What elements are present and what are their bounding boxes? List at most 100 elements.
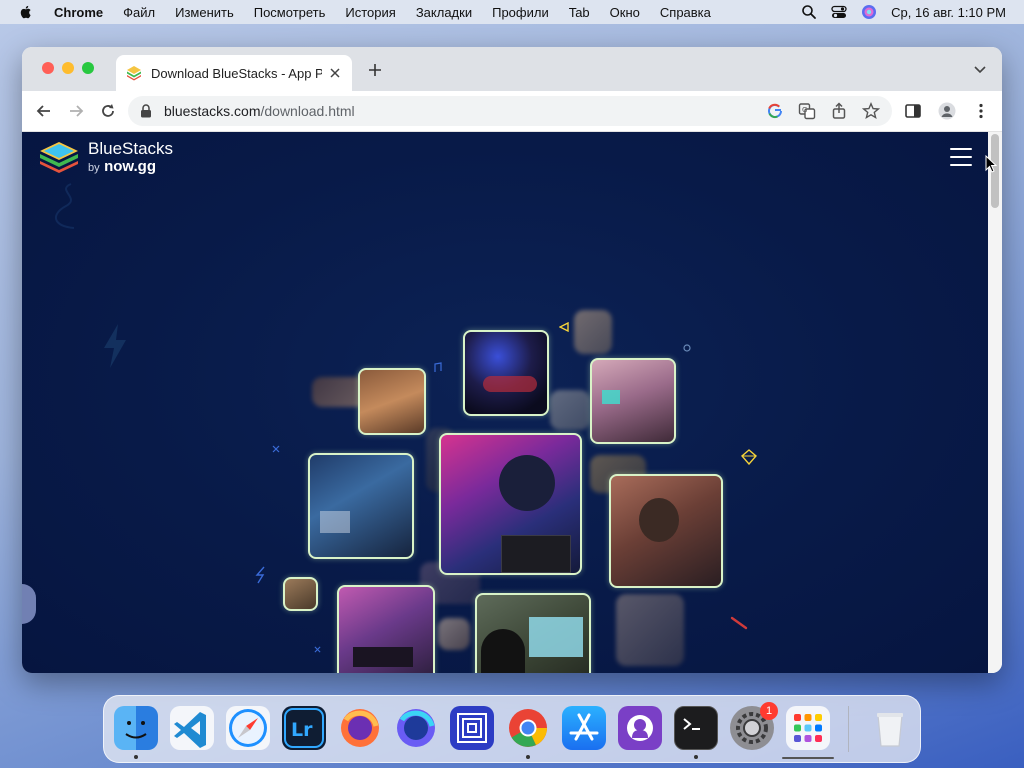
tab-search-chevron-icon[interactable] xyxy=(974,66,986,74)
gamer-photo-bottom-center xyxy=(475,593,591,673)
bluestacks-logo-icon xyxy=(40,142,78,173)
profile-avatar-icon[interactable] xyxy=(938,102,956,120)
chrome-icon[interactable] xyxy=(506,706,550,750)
gamer-photo-right-glasses xyxy=(609,474,723,588)
logo-by: by xyxy=(88,162,100,174)
terminal-running-indicator xyxy=(694,755,698,759)
blurred-photo xyxy=(550,390,590,430)
mouse-cursor-icon xyxy=(985,155,997,173)
spotlight-search-icon[interactable] xyxy=(801,4,817,20)
page-scrollbar[interactable] xyxy=(988,132,1002,673)
apple-menu-icon[interactable] xyxy=(18,4,34,20)
gamer-photo-top-right xyxy=(590,358,676,444)
gamer-photo-top-center xyxy=(463,330,549,416)
back-arrow-icon[interactable] xyxy=(36,103,52,119)
google-lens-icon[interactable] xyxy=(766,102,784,120)
blurred-photo xyxy=(438,618,470,650)
blurred-photo xyxy=(574,310,612,354)
finder-running-indicator xyxy=(134,755,138,759)
svg-text:G: G xyxy=(802,106,807,114)
lightning-decoration-icon xyxy=(104,324,126,368)
gamer-photo-bottom-left xyxy=(337,585,435,673)
lock-icon[interactable] xyxy=(140,104,152,118)
tab-bluestacks[interactable]: Download BlueStacks - App Player xyxy=(116,55,352,91)
url-text[interactable]: bluestacks.com/download.html xyxy=(164,103,355,119)
menu-app-name[interactable]: Chrome xyxy=(54,5,103,20)
hamburger-menu-icon[interactable] xyxy=(950,148,972,166)
menu-window[interactable]: Окно xyxy=(610,5,640,20)
address-bar[interactable]: bluestacks.com/download.html G xyxy=(128,96,892,126)
pencil-decoration-icon xyxy=(730,616,748,630)
swirl-decoration-icon xyxy=(55,183,75,229)
bluestacks-logo[interactable]: BlueStacks by now.gg xyxy=(38,140,173,176)
logo-now-gg: now.gg xyxy=(104,158,157,175)
blurred-photo xyxy=(616,594,684,666)
svg-text:Lr: Lr xyxy=(291,719,313,741)
window-maximize-button[interactable] xyxy=(82,62,94,74)
vscode-icon[interactable] xyxy=(170,706,214,750)
safari-icon[interactable] xyxy=(226,706,270,750)
github-desktop-icon[interactable] xyxy=(618,706,662,750)
launchpad-icon[interactable] xyxy=(786,706,830,750)
menu-history[interactable]: История xyxy=(345,5,395,20)
menu-edit[interactable]: Изменить xyxy=(175,5,234,20)
dock-separator xyxy=(848,706,849,752)
siri-icon[interactable] xyxy=(861,4,877,20)
bookmark-star-icon[interactable] xyxy=(862,102,880,120)
tab-close-icon[interactable] xyxy=(328,66,342,80)
menu-file[interactable]: Файл xyxy=(123,5,155,20)
gamer-photo-center-large xyxy=(439,433,582,575)
sparkle-decoration-icon xyxy=(272,445,280,453)
bluestacks-favicon-icon xyxy=(127,66,141,81)
window-close-button[interactable] xyxy=(42,62,54,74)
menu-profiles[interactable]: Профили xyxy=(492,5,549,20)
gamer-photo-left-vr xyxy=(308,453,414,559)
gamer-photo-top-left xyxy=(358,368,426,435)
side-panel-icon[interactable] xyxy=(904,102,922,120)
bluestacks-page: BlueStacks by now.gg xyxy=(22,132,988,673)
trash-icon[interactable] xyxy=(868,706,912,750)
tab-title: Download BlueStacks - App Player xyxy=(151,65,322,81)
forward-arrow-icon[interactable] xyxy=(68,103,84,119)
gear-decoration-icon xyxy=(683,344,691,352)
share-icon[interactable] xyxy=(830,102,848,120)
menu-tab[interactable]: Tab xyxy=(569,5,590,20)
system-settings-badge: 1 xyxy=(760,702,778,720)
menu-help[interactable]: Справка xyxy=(660,5,711,20)
url-domain: bluestacks.com xyxy=(164,103,261,119)
control-center-icon[interactable] xyxy=(831,4,847,20)
cloud-decoration xyxy=(22,584,36,624)
new-tab-plus-icon[interactable] xyxy=(368,63,382,77)
menu-view[interactable]: Посмотреть xyxy=(254,5,326,20)
toolbar-right-actions xyxy=(904,102,990,120)
sparkle-decoration-icon xyxy=(314,646,321,653)
screens-app-icon[interactable] xyxy=(450,706,494,750)
firefox-icon[interactable] xyxy=(338,706,382,750)
browser-window: Download BlueStacks - App Player bluesta… xyxy=(22,47,1002,673)
gamer-photo-small-left xyxy=(283,577,318,611)
reload-icon[interactable] xyxy=(100,103,116,119)
dock-underline-indicator xyxy=(782,757,834,759)
app-store-icon[interactable] xyxy=(562,706,606,750)
finder-icon[interactable] xyxy=(114,706,158,750)
terminal-icon[interactable] xyxy=(674,706,718,750)
translate-icon[interactable]: G xyxy=(798,102,816,120)
menu-bar: Chrome Файл Изменить Посмотреть История … xyxy=(0,0,1024,24)
menu-bookmarks[interactable]: Закладки xyxy=(416,5,472,20)
note-decoration-icon xyxy=(434,362,442,372)
dock: Lr 1 xyxy=(103,695,921,763)
bolt-decoration-icon xyxy=(255,566,265,584)
logo-name: BlueStacks xyxy=(88,139,174,158)
menubar-clock[interactable]: Ср, 16 авг. 1:10 PM xyxy=(891,5,1006,20)
diamond-decoration-icon xyxy=(741,449,757,465)
browser-toolbar: bluestacks.com/download.html G xyxy=(22,91,1002,132)
window-minimize-button[interactable] xyxy=(62,62,74,74)
chrome-running-indicator xyxy=(526,755,530,759)
address-bar-actions: G xyxy=(766,102,880,120)
tab-strip: Download BlueStacks - App Player xyxy=(22,47,1002,91)
firefox-developer-icon[interactable] xyxy=(394,706,438,750)
url-path: /download.html xyxy=(260,103,355,119)
lightroom-icon[interactable]: Lr xyxy=(282,706,326,750)
triangle-decoration-icon xyxy=(559,322,569,332)
chrome-menu-kebab-icon[interactable] xyxy=(972,102,990,120)
